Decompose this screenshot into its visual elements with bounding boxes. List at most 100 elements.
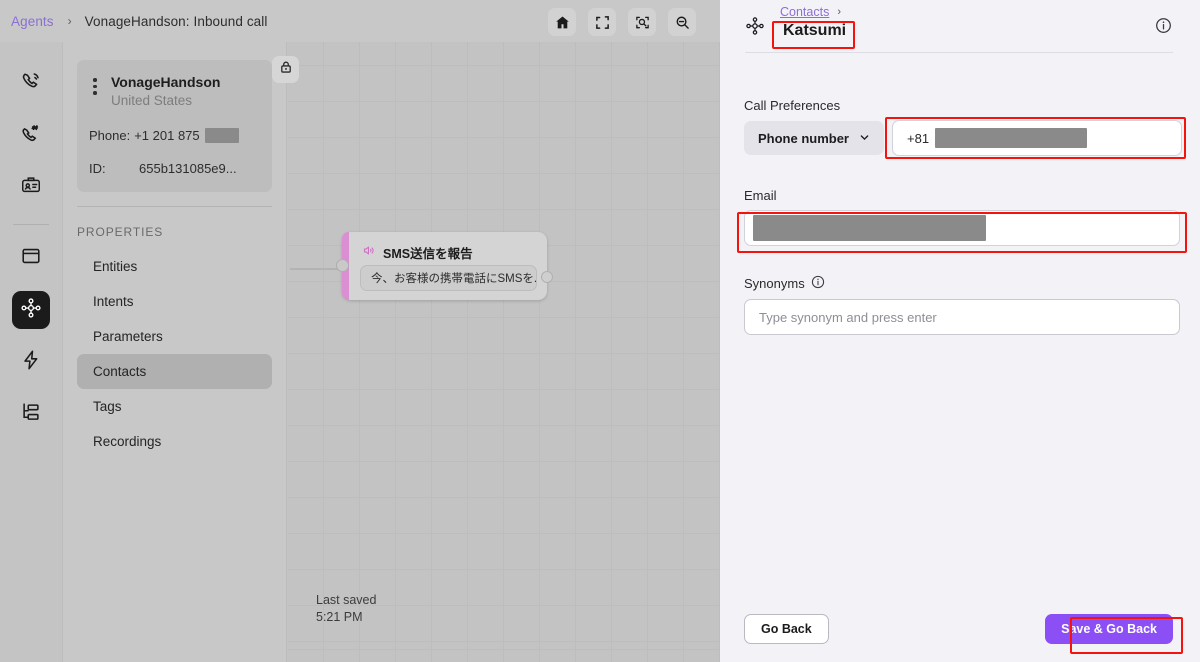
- breadcrumb-current-title: VonageHandson: Inbound call: [84, 13, 268, 29]
- rail-item-numbers[interactable]: [12, 116, 50, 154]
- save-and-go-back-button[interactable]: Save & Go Back: [1045, 614, 1173, 644]
- lightning-icon: [20, 349, 42, 376]
- drawer-title: Katsumi: [783, 22, 847, 39]
- flow-canvas[interactable]: SMS送信を報告 今、お客様の携帯電話にSMSを... Last saved 5…: [288, 42, 720, 662]
- drawer-header: Contacts › Katsumi: [720, 0, 1200, 52]
- flow-node-sms[interactable]: SMS送信を報告 今、お客様の携帯電話にSMSを...: [336, 232, 553, 300]
- drawer-breadcrumb: Contacts ›: [780, 5, 841, 19]
- drawer-breadcrumb-contacts-link[interactable]: Contacts: [780, 5, 829, 19]
- id-card-icon: [20, 174, 42, 201]
- drawer-footer: Go Back Save & Go Back: [720, 606, 1200, 662]
- property-item-parameters[interactable]: Parameters: [77, 319, 272, 354]
- call-preferences-label-text: Call Preferences: [744, 98, 841, 113]
- node-header: SMS送信を報告: [362, 243, 473, 262]
- phone-country-prefix: +81: [907, 130, 930, 146]
- agent-name: VonageHandson: [111, 74, 221, 90]
- last-saved-time: 5:21 PM: [316, 610, 363, 624]
- synonyms-label-text: Synonyms: [744, 276, 805, 291]
- chevron-down-icon: [859, 131, 870, 146]
- property-item-label: Contacts: [93, 364, 147, 379]
- info-icon[interactable]: [1155, 17, 1172, 39]
- agent-phone-redacted-mask: [204, 128, 239, 143]
- agent-summary-card: VonageHandson United States Phone: +1 20…: [77, 60, 272, 192]
- rail-item-flow-builder[interactable]: [12, 291, 50, 329]
- property-item-label: Tags: [93, 399, 122, 414]
- speaker-icon: [362, 244, 375, 262]
- call-type-select[interactable]: Phone number: [744, 121, 884, 155]
- home-icon: [555, 15, 570, 30]
- property-item-label: Recordings: [93, 434, 162, 449]
- agent-card-header: VonageHandson United States: [89, 74, 260, 110]
- call-type-select-value: Phone number: [757, 130, 849, 146]
- lock-icon: [279, 60, 293, 79]
- synonyms-input[interactable]: Type synonym and press enter: [744, 299, 1180, 335]
- properties-divider: [77, 206, 272, 207]
- zoom-out-icon: [675, 15, 690, 30]
- lock-canvas-button[interactable]: [272, 56, 299, 83]
- rail-item-identity[interactable]: [12, 168, 50, 206]
- agent-country: United States: [111, 93, 193, 108]
- phone-number-input[interactable]: +81: [892, 120, 1182, 156]
- node-body-text[interactable]: 今、お客様の携帯電話にSMSを...: [360, 265, 537, 291]
- rail-divider: [13, 224, 49, 225]
- app-root: Agents › VonageHandson: Inbound call Von…: [0, 0, 1200, 662]
- phone-number-redacted-mask: [935, 128, 1088, 148]
- info-icon[interactable]: [811, 275, 825, 292]
- agent-phone-value: +1 201 875: [134, 128, 200, 143]
- agent-phone-row: Phone: +1 201 875: [89, 128, 260, 143]
- window-icon: [20, 245, 42, 272]
- property-item-label: Entities: [93, 259, 138, 274]
- email-label: Email: [744, 188, 1200, 203]
- rail-item-structure[interactable]: [12, 395, 50, 433]
- fit-screen-button[interactable]: [588, 8, 616, 36]
- node-output-port[interactable]: [541, 271, 553, 283]
- agent-id-row: ID: 655b131085e9...: [89, 161, 260, 176]
- agent-id-label: ID:: [89, 161, 106, 176]
- synonyms-placeholder: Type synonym and press enter: [759, 309, 937, 325]
- drawer-body: Call Preferences Phone number +81 Email …: [720, 52, 1200, 335]
- email-redacted-mask: [753, 215, 986, 241]
- breadcrumb-agents-link[interactable]: Agents: [11, 14, 54, 29]
- property-item-label: Intents: [93, 294, 134, 309]
- left-icon-rail: [0, 42, 62, 662]
- node-title: SMS送信を報告: [383, 247, 473, 261]
- more-options-icon[interactable]: [89, 74, 101, 95]
- zoom-out-button[interactable]: [668, 8, 696, 36]
- phone-ringing-icon: [20, 70, 42, 97]
- flow-edge: [290, 268, 342, 270]
- property-item-tags[interactable]: Tags: [77, 389, 272, 424]
- home-button[interactable]: [548, 8, 576, 36]
- properties-panel: VonageHandson United States Phone: +1 20…: [62, 42, 287, 662]
- email-label-text: Email: [744, 188, 777, 203]
- last-saved-label: Last saved: [316, 593, 377, 607]
- phone-number-icon: [20, 122, 42, 149]
- canvas-toolbar: [548, 8, 696, 36]
- fit-screen-icon: [595, 15, 610, 30]
- flow-node-icon: [745, 16, 765, 41]
- property-item-recordings[interactable]: Recordings: [77, 424, 272, 459]
- synonyms-label: Synonyms: [744, 275, 1200, 292]
- go-back-button[interactable]: Go Back: [744, 614, 829, 644]
- contact-detail-drawer: Contacts › Katsumi Call Preferences Phon…: [720, 0, 1200, 662]
- agent-id-value: 655b131085e9...: [139, 161, 237, 176]
- flow-node-icon: [20, 297, 42, 324]
- property-item-entities[interactable]: Entities: [77, 249, 272, 284]
- drawer-breadcrumb-separator-icon: ›: [837, 6, 842, 18]
- call-preferences-label: Call Preferences: [744, 98, 1200, 113]
- rail-item-events[interactable]: [12, 343, 50, 381]
- last-saved-status: Last saved 5:21 PM: [316, 592, 376, 626]
- zoom-to-selection-button[interactable]: [628, 8, 656, 36]
- breadcrumb-separator-icon: ›: [67, 14, 72, 28]
- property-item-intents[interactable]: Intents: [77, 284, 272, 319]
- hierarchy-icon: [20, 401, 42, 428]
- node-input-port[interactable]: [336, 259, 349, 272]
- properties-section-title: PROPERTIES: [77, 225, 164, 239]
- call-preferences-row: Phone number +81: [744, 120, 1200, 156]
- email-input[interactable]: [744, 210, 1180, 246]
- property-item-contacts[interactable]: Contacts: [77, 354, 272, 389]
- agent-phone-label: Phone:: [89, 128, 131, 143]
- zoom-to-selection-icon: [635, 15, 650, 30]
- rail-item-calls[interactable]: [12, 64, 50, 102]
- rail-item-workspace[interactable]: [12, 239, 50, 277]
- property-item-label: Parameters: [93, 329, 163, 344]
